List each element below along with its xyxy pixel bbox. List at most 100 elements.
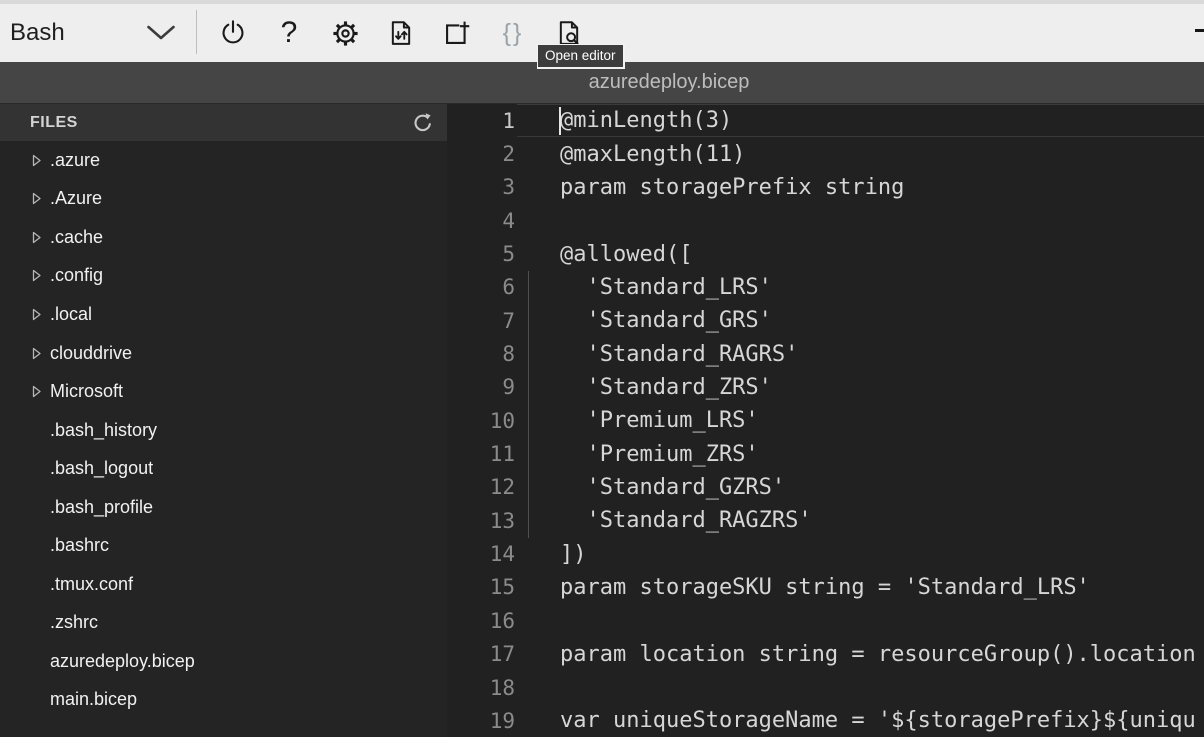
- code-line-7[interactable]: 7 'Standard_GRS': [447, 304, 1204, 337]
- folder-chevron-icon: [31, 347, 50, 360]
- tree-folder-.config[interactable]: .config: [0, 257, 447, 296]
- file-transfer-icon: [387, 19, 415, 47]
- line-number: 17: [447, 642, 515, 666]
- folder-chevron-icon: [31, 269, 50, 282]
- braces-icon: {}: [503, 19, 524, 48]
- code-line-12[interactable]: 12 'Standard_GZRS': [447, 471, 1204, 504]
- tree-item-label: clouddrive: [50, 343, 132, 364]
- code-line-2[interactable]: 2@maxLength(11): [447, 137, 1204, 170]
- files-header: FILES: [0, 104, 447, 141]
- files-sidebar: FILES .azure .Azure .cache .config .local clo…: [0, 104, 447, 737]
- tree-folder-.azure[interactable]: .azure: [0, 141, 447, 180]
- settings-button[interactable]: [317, 4, 373, 62]
- tree-folder-.Azure[interactable]: .Azure: [0, 180, 447, 219]
- shell-selector-label: Bash: [10, 19, 65, 47]
- line-number: 14: [447, 542, 515, 566]
- tree-folder-Microsoft[interactable]: Microsoft: [0, 372, 447, 411]
- tree-folder-.cache[interactable]: .cache: [0, 218, 447, 257]
- tree-file-.bash_logout[interactable]: .bash_logout: [0, 449, 447, 488]
- tree-file-.bash_history[interactable]: .bash_history: [0, 411, 447, 450]
- help-icon: ?: [281, 16, 298, 50]
- minimize-icon[interactable]: [1195, 29, 1204, 32]
- tree-item-label: .cache: [50, 227, 103, 248]
- new-session-button[interactable]: [429, 4, 485, 62]
- code-line-13[interactable]: 13 'Standard_RAGZRS': [447, 504, 1204, 537]
- tree-item-label: .config: [50, 265, 103, 286]
- code-line-10[interactable]: 10 'Premium_LRS': [447, 404, 1204, 437]
- text-cursor: [559, 107, 561, 135]
- line-text: @minLength(3): [515, 108, 732, 133]
- line-number: 16: [447, 609, 515, 633]
- tree-file-.zshrc[interactable]: .zshrc: [0, 604, 447, 643]
- folder-chevron-icon: [31, 231, 50, 244]
- line-number: 8: [447, 342, 515, 366]
- tree-item-label: .bash_profile: [50, 497, 153, 518]
- code-line-6[interactable]: 6 'Standard_LRS': [447, 271, 1204, 304]
- line-number: 3: [447, 175, 515, 199]
- line-number: 11: [447, 442, 515, 466]
- file-tree: .azure .Azure .cache .config .local clouddriv…: [0, 141, 447, 737]
- folder-chevron-icon: [31, 308, 50, 321]
- tree-item-label: .bashrc: [50, 535, 109, 556]
- code-line-19[interactable]: 19var uniqueStorageName = '${storagePref…: [447, 704, 1204, 737]
- line-text: 'Premium_ZRS': [515, 442, 759, 467]
- tree-folder-.local[interactable]: .local: [0, 295, 447, 334]
- code-line-16[interactable]: 16: [447, 604, 1204, 637]
- tree-item-label: main.bicep: [50, 689, 137, 710]
- code-line-18[interactable]: 18: [447, 671, 1204, 704]
- code-line-8[interactable]: 8 'Standard_RAGRS': [447, 337, 1204, 370]
- line-text: @allowed([: [515, 242, 692, 267]
- tree-item-label: .bash_history: [50, 420, 157, 441]
- code-editor[interactable]: 1@minLength(3)2@maxLength(11)3param stor…: [447, 104, 1204, 737]
- code-line-14[interactable]: 14]): [447, 537, 1204, 570]
- line-number: 10: [447, 409, 515, 433]
- shell-selector-dropdown[interactable]: Bash: [0, 4, 196, 62]
- line-number: 15: [447, 575, 515, 599]
- line-number: 19: [447, 709, 515, 733]
- code-line-4[interactable]: 4: [447, 204, 1204, 237]
- code-line-11[interactable]: 11 'Premium_ZRS': [447, 437, 1204, 470]
- tree-item-label: .local: [50, 304, 92, 325]
- code-line-5[interactable]: 5@allowed([: [447, 237, 1204, 270]
- line-text: var uniqueStorageName = '${storagePrefix…: [515, 708, 1196, 733]
- web-preview-button[interactable]: {}: [485, 4, 541, 62]
- tree-item-label: .tmux.conf: [50, 574, 133, 595]
- code-line-17[interactable]: 17param location string = resourceGroup(…: [447, 638, 1204, 671]
- toolbar-separator: [196, 10, 197, 54]
- settings-gear-icon: [331, 19, 360, 48]
- tree-item-label: Microsoft: [50, 381, 123, 402]
- tree-item-label: azuredeploy.bicep: [50, 651, 195, 672]
- tree-file-.bashrc[interactable]: .bashrc: [0, 526, 447, 565]
- tree-file-.tmux.conf[interactable]: .tmux.conf: [0, 565, 447, 604]
- chevron-down-icon: [146, 24, 176, 47]
- upload-download-files-button[interactable]: [373, 4, 429, 62]
- code-line-9[interactable]: 9 'Standard_ZRS': [447, 371, 1204, 404]
- tree-file-.bash_profile[interactable]: .bash_profile: [0, 488, 447, 527]
- folder-chevron-icon: [31, 154, 50, 167]
- tree-item-label: .Azure: [50, 188, 102, 209]
- line-number: 9: [447, 375, 515, 399]
- code-line-15[interactable]: 15param storageSKU string = 'Standard_LR…: [447, 571, 1204, 604]
- open-editor-tooltip: Open editor: [537, 44, 625, 69]
- line-text: param storagePrefix string: [515, 175, 904, 200]
- refresh-files-button[interactable]: [410, 110, 436, 136]
- line-number: 13: [447, 509, 515, 533]
- tree-item-label: .zshrc: [50, 612, 98, 633]
- help-button[interactable]: ?: [261, 4, 317, 62]
- line-number: 7: [447, 309, 515, 333]
- refresh-icon: [411, 111, 435, 135]
- restart-shell-button[interactable]: [205, 4, 261, 62]
- line-text: 'Standard_RAGZRS': [515, 508, 812, 533]
- line-text: 'Standard_GZRS': [515, 475, 785, 500]
- power-icon: [219, 19, 247, 47]
- tree-item-label: .azure: [50, 150, 100, 171]
- line-number: 4: [447, 209, 515, 233]
- line-text: 'Standard_ZRS': [515, 375, 772, 400]
- tree-file-main.bicep[interactable]: main.bicep: [0, 681, 447, 720]
- tree-file-azuredeploy.bicep[interactable]: azuredeploy.bicep: [0, 642, 447, 681]
- code-line-3[interactable]: 3param storagePrefix string: [447, 171, 1204, 204]
- line-number: 1: [447, 109, 515, 133]
- line-text: 'Standard_GRS': [515, 308, 772, 333]
- tree-folder-clouddrive[interactable]: clouddrive: [0, 334, 447, 373]
- folder-chevron-icon: [31, 385, 50, 398]
